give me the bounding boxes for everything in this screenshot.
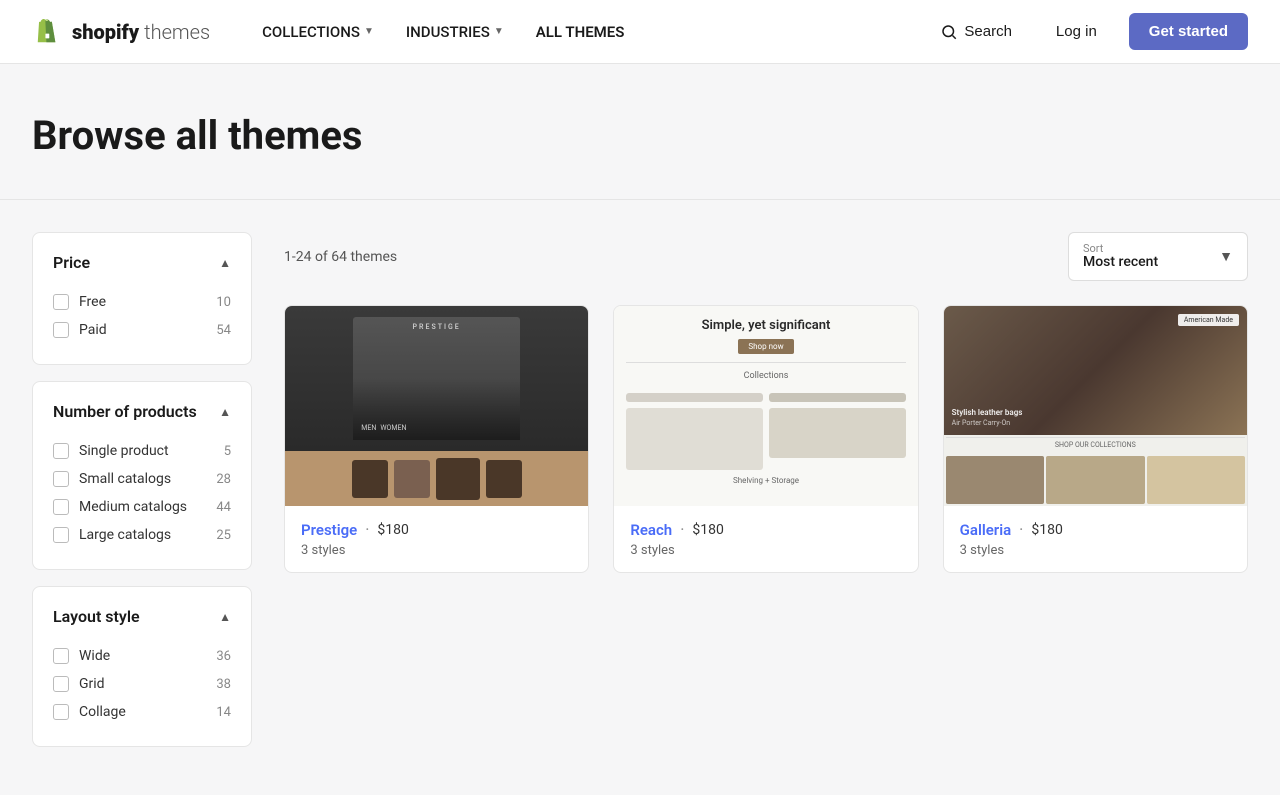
products-filter-chevron-icon: ▲: [219, 405, 231, 419]
industries-chevron-icon: ▼: [494, 26, 504, 37]
prestige-styles: 3 styles: [301, 543, 572, 558]
sidebar-filters: Price ▲ Free 10 Paid 54 Number o: [32, 232, 252, 763]
price-filter-chevron-icon: ▲: [219, 256, 231, 270]
galleria-styles: 3 styles: [960, 543, 1231, 558]
grid-checkbox[interactable]: [53, 676, 69, 692]
sort-dropdown[interactable]: Sort Most recent ▼: [1068, 232, 1248, 281]
nav-item-collections[interactable]: COLLECTIONS ▼: [250, 15, 386, 49]
galleria-price: $180: [1031, 522, 1062, 538]
nav-item-industries[interactable]: INDUSTRIES ▼: [394, 15, 516, 49]
main-content: Price ▲ Free 10 Paid 54 Number o: [0, 200, 1280, 795]
theme-grid: PRESTIGE MENWOMEN: [284, 305, 1248, 573]
wide-checkbox[interactable]: [53, 648, 69, 664]
prestige-price: $180: [377, 522, 408, 538]
single-product-checkbox[interactable]: [53, 443, 69, 459]
products-filter-section: Number of products ▲ Single product 5 Sm…: [32, 381, 252, 570]
results-count: 1-24 of 64 themes: [284, 249, 397, 265]
filter-item-free: Free 10: [53, 288, 231, 316]
logo-text: shopify themes: [72, 20, 210, 44]
theme-card-prestige[interactable]: PRESTIGE MENWOMEN: [284, 305, 589, 573]
paid-checkbox[interactable]: [53, 322, 69, 338]
filter-item-medium: Medium catalogs 44: [53, 493, 231, 521]
main-nav: COLLECTIONS ▼ INDUSTRIES ▼ ALL THEMES: [250, 15, 928, 49]
collections-chevron-icon: ▼: [364, 26, 374, 37]
layout-filter-chevron-icon: ▲: [219, 610, 231, 624]
login-button[interactable]: Log in: [1040, 15, 1113, 48]
layout-filter-header[interactable]: Layout style ▲: [53, 607, 231, 626]
header-actions: Search Log in Get started: [928, 13, 1248, 50]
collage-checkbox[interactable]: [53, 704, 69, 720]
get-started-button[interactable]: Get started: [1129, 13, 1248, 50]
shopify-logo-icon: [32, 16, 64, 48]
filter-item-paid: Paid 54: [53, 316, 231, 344]
price-filter-section: Price ▲ Free 10 Paid 54: [32, 232, 252, 365]
products-filter-header[interactable]: Number of products ▲: [53, 402, 231, 421]
header: shopify themes COLLECTIONS ▼ INDUSTRIES …: [0, 0, 1280, 64]
small-catalogs-checkbox[interactable]: [53, 471, 69, 487]
theme-card-galleria[interactable]: Stylish leather bags Air Porter Carry-On…: [943, 305, 1248, 573]
reach-styles: 3 styles: [630, 543, 901, 558]
price-filter-header[interactable]: Price ▲: [53, 253, 231, 272]
galleria-link[interactable]: Galleria: [960, 521, 1012, 539]
medium-catalogs-checkbox[interactable]: [53, 499, 69, 515]
search-icon: [940, 23, 958, 41]
products-filter-title: Number of products: [53, 402, 197, 421]
reach-link[interactable]: Reach: [630, 521, 672, 539]
search-button[interactable]: Search: [928, 15, 1024, 49]
theme-card-reach[interactable]: Simple, yet significant Shop now Collect…: [613, 305, 918, 573]
galleria-preview-image: Stylish leather bags Air Porter Carry-On…: [944, 306, 1247, 506]
prestige-preview-image: PRESTIGE MENWOMEN: [285, 306, 588, 506]
page-title: Browse all themes: [32, 112, 1248, 159]
large-catalogs-checkbox[interactable]: [53, 527, 69, 543]
filter-item-single: Single product 5: [53, 437, 231, 465]
filter-item-wide: Wide 36: [53, 642, 231, 670]
filter-item-small: Small catalogs 28: [53, 465, 231, 493]
content-header: 1-24 of 64 themes Sort Most recent ▼: [284, 232, 1248, 281]
prestige-link[interactable]: Prestige: [301, 521, 357, 539]
layout-filter-title: Layout style: [53, 607, 140, 626]
filter-item-large: Large catalogs 25: [53, 521, 231, 549]
logo[interactable]: shopify themes: [32, 16, 210, 48]
theme-listing: 1-24 of 64 themes Sort Most recent ▼: [284, 232, 1248, 763]
reach-price: $180: [692, 522, 723, 538]
reach-info: Reach · $180 3 styles: [614, 506, 917, 572]
galleria-info: Galleria · $180 3 styles: [944, 506, 1247, 572]
reach-preview-image: Simple, yet significant Shop now Collect…: [614, 306, 917, 506]
layout-filter-section: Layout style ▲ Wide 36 Grid 38: [32, 586, 252, 747]
free-checkbox[interactable]: [53, 294, 69, 310]
prestige-info: Prestige · $180 3 styles: [285, 506, 588, 572]
filter-item-collage: Collage 14: [53, 698, 231, 726]
price-filter-title: Price: [53, 253, 90, 272]
nav-item-all-themes[interactable]: ALL THEMES: [524, 15, 637, 49]
hero-section: Browse all themes: [0, 64, 1280, 200]
sort-chevron-icon: ▼: [1219, 248, 1233, 265]
filter-item-grid: Grid 38: [53, 670, 231, 698]
